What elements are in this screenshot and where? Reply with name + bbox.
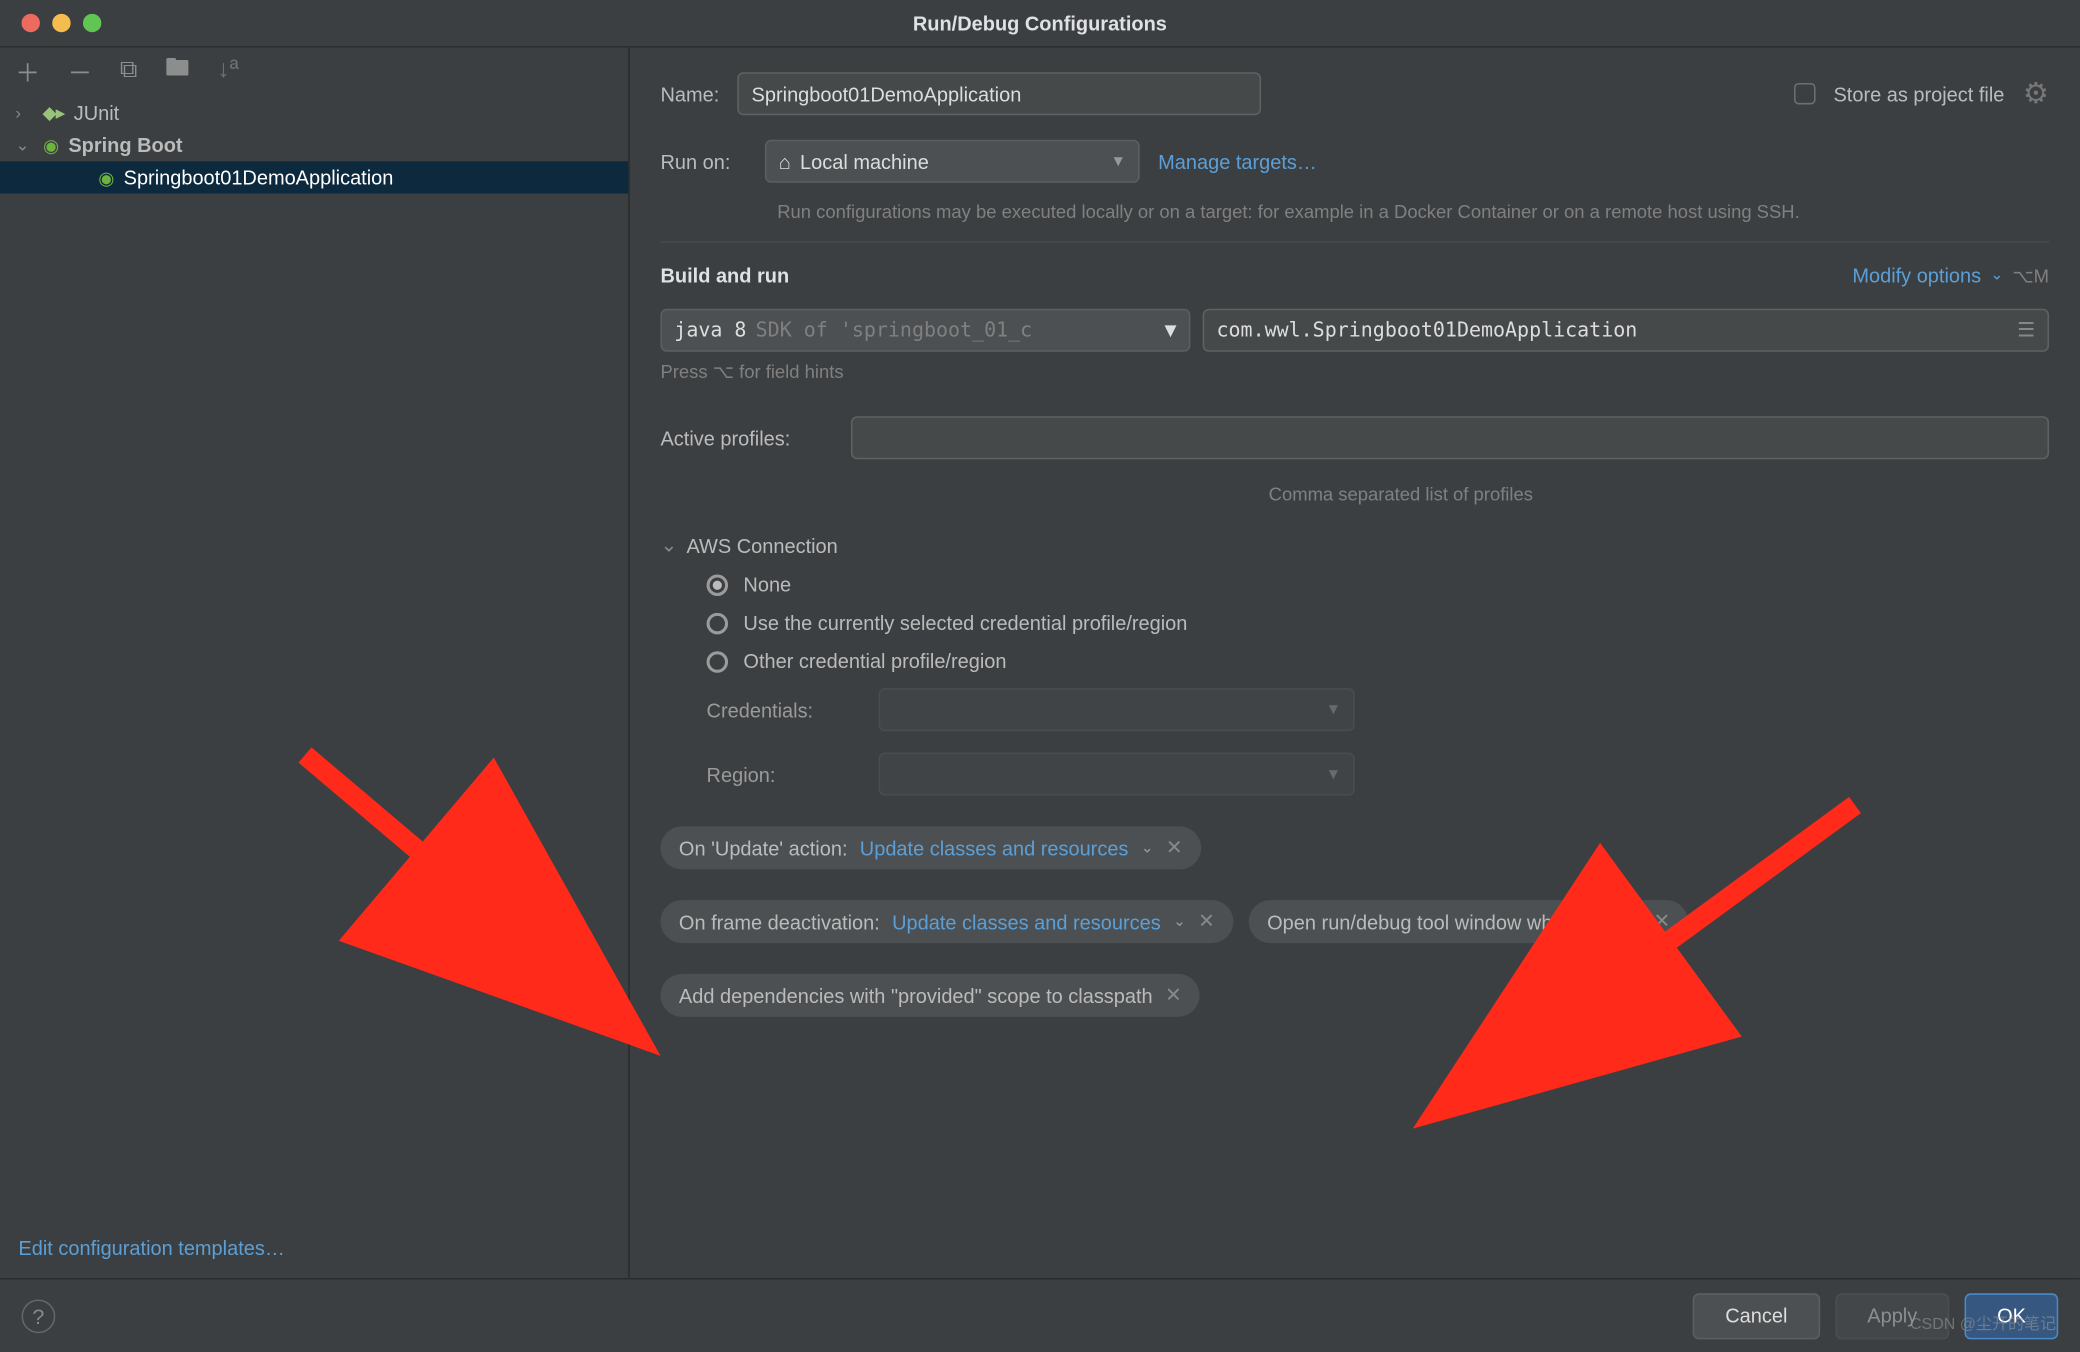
aws-title: AWS Connection	[686, 534, 837, 557]
tree-item-spring-boot[interactable]: ⌄ Spring Boot	[0, 129, 628, 161]
chevron-down-icon: ▼	[1326, 701, 1341, 718]
chip-open-tool-window[interactable]: Open run/debug tool window when started …	[1249, 900, 1689, 943]
aws-radio-current[interactable]: Use the currently selected credential pr…	[707, 611, 2049, 634]
radio-icon	[707, 612, 729, 634]
close-icon[interactable]: ✕	[1165, 983, 1182, 1008]
chevron-down-icon: ▼	[1326, 766, 1341, 783]
tree-label: JUnit	[74, 101, 120, 124]
runon-label: Run on:	[660, 150, 746, 173]
main-class-input[interactable]: com.wwl.Springboot01DemoApplication ☰	[1203, 309, 2049, 352]
aws-radio-other[interactable]: Other credential profile/region	[707, 650, 2049, 673]
chevron-down-icon: ▼	[1165, 319, 1177, 342]
modify-options-label: Modify options	[1852, 264, 1981, 287]
sort-icon[interactable]: ↓ª	[217, 57, 238, 85]
chip-provided-scope[interactable]: Add dependencies with "provided" scope t…	[660, 974, 1200, 1017]
store-checkbox[interactable]	[1794, 83, 1816, 105]
chip-label: Open run/debug tool window when started	[1267, 910, 1641, 933]
spring-icon	[98, 166, 114, 189]
add-icon[interactable]: ＋	[15, 52, 40, 89]
manage-targets-link[interactable]: Manage targets…	[1158, 150, 1317, 173]
window-title: Run/Debug Configurations	[0, 12, 2080, 35]
region-label: Region:	[707, 763, 854, 786]
chip-update-action[interactable]: On 'Update' action: Update classes and r…	[660, 826, 1201, 869]
help-icon[interactable]: ?	[22, 1299, 56, 1333]
profiles-label: Active profiles:	[660, 426, 832, 449]
divider	[660, 241, 2049, 243]
store-label: Store as project file	[1833, 82, 2004, 105]
tree-item-app[interactable]: Springboot01DemoApplication	[0, 161, 628, 193]
list-icon[interactable]: ☰	[2017, 319, 2035, 342]
chip-label: On frame deactivation:	[679, 910, 880, 933]
chevron-down-icon: ⌄	[660, 533, 677, 558]
profiles-input[interactable]	[851, 416, 2049, 459]
radio-icon	[707, 650, 729, 672]
chip-value: Update classes and resources	[860, 836, 1129, 859]
spring-icon	[43, 134, 59, 157]
chevron-down-icon: ⌄	[1173, 913, 1186, 930]
main-class-value: com.wwl.Springboot01DemoApplication	[1217, 319, 1638, 342]
chip-label: On 'Update' action:	[679, 836, 848, 859]
runon-note: Run configurations may be executed local…	[777, 198, 2049, 226]
main-panel: Name: Store as project file ⚙ Run on: ⌂ …	[630, 48, 2080, 1278]
folder-icon[interactable]: 🖿	[165, 50, 190, 91]
remove-icon[interactable]: －	[68, 52, 93, 89]
jdk-hint: SDK of 'springboot_01_c	[756, 319, 1033, 342]
aws-opt-label: Other credential profile/region	[743, 650, 1006, 673]
copy-icon[interactable]: ⧉	[120, 57, 138, 85]
credentials-label: Credentials:	[707, 698, 854, 721]
chevron-down-icon: ⌄	[1141, 839, 1154, 856]
build-run-title: Build and run	[660, 264, 789, 287]
tree-label: Spring Boot	[68, 134, 182, 157]
config-tree: › ◆▸ JUnit ⌄ Spring Boot Springboot01Dem…	[0, 97, 628, 194]
region-combo[interactable]: ▼	[879, 753, 1355, 796]
chip-label: Add dependencies with "provided" scope t…	[679, 984, 1153, 1007]
edit-templates-link[interactable]: Edit configuration templates…	[0, 1218, 303, 1278]
close-icon[interactable]: ✕	[1654, 909, 1671, 934]
name-label: Name:	[660, 82, 719, 105]
tree-item-junit[interactable]: › ◆▸ JUnit	[0, 97, 628, 129]
gear-icon[interactable]: ⚙	[2023, 76, 2049, 111]
profiles-hint: Comma separated list of profiles	[753, 484, 2049, 506]
close-icon[interactable]: ✕	[1166, 836, 1183, 861]
sidebar-toolbar: ＋ － ⧉ 🖿 ↓ª	[0, 48, 628, 94]
chevron-down-icon: ▼	[1111, 153, 1126, 170]
junit-icon: ◆▸	[43, 103, 64, 123]
credentials-combo[interactable]: ▼	[879, 688, 1355, 731]
aws-section-header[interactable]: ⌄ AWS Connection	[660, 533, 2049, 558]
name-input[interactable]	[738, 72, 1261, 115]
titlebar: Run/Debug Configurations	[0, 0, 2080, 46]
aws-opt-label: Use the currently selected credential pr…	[743, 611, 1187, 634]
dialog-footer: ? Cancel Apply OK	[0, 1278, 2080, 1352]
cancel-button[interactable]: Cancel	[1693, 1293, 1820, 1339]
jdk-combo[interactable]: java 8 SDK of 'springboot_01_c ▼	[660, 309, 1190, 352]
chip-value: Update classes and resources	[892, 910, 1161, 933]
sidebar: ＋ － ⧉ 🖿 ↓ª › ◆▸ JUnit ⌄ Spring Boot Spri…	[0, 48, 630, 1278]
radio-icon	[707, 574, 729, 596]
runon-value: Local machine	[800, 150, 929, 173]
modify-options-link[interactable]: Modify options ⌄ ⌥M	[1852, 264, 2049, 287]
jdk-name: java 8	[674, 319, 746, 342]
aws-radio-none[interactable]: None	[707, 573, 2049, 596]
home-icon: ⌂	[779, 150, 791, 173]
chip-frame-deactivation[interactable]: On frame deactivation: Update classes an…	[660, 900, 1233, 943]
press-hint: Press ⌥ for field hints	[660, 361, 2049, 383]
aws-opt-label: None	[743, 573, 791, 596]
tree-label: Springboot01DemoApplication	[124, 166, 394, 189]
close-icon[interactable]: ✕	[1198, 909, 1215, 934]
watermark: CSDN @尘开的笔记	[1910, 1310, 2056, 1334]
modify-shortcut: ⌥M	[2012, 265, 2049, 287]
chevron-down-icon: ⌄	[1990, 267, 2003, 284]
runon-combo[interactable]: ⌂ Local machine ▼	[765, 140, 1140, 183]
